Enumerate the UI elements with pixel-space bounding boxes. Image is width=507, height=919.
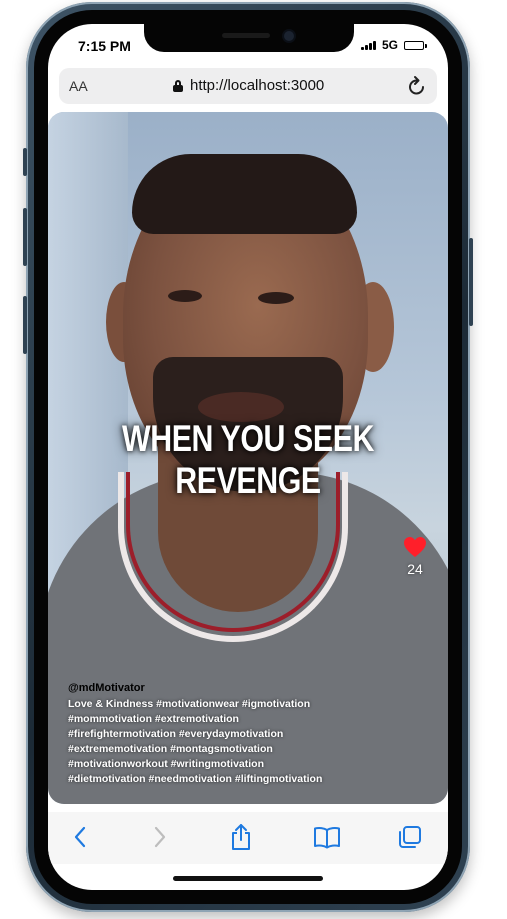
mute-switch: [23, 148, 27, 176]
phone-screen: 7:15 PM 5G AA http://localhost:3000 WHEN…: [48, 24, 448, 890]
reload-icon[interactable]: [407, 75, 427, 102]
status-indicators: 5G: [360, 38, 427, 52]
heart-icon[interactable]: [403, 536, 427, 558]
url-text: http://localhost:3000: [190, 77, 325, 94]
volume-up-button: [23, 208, 27, 266]
back-button[interactable]: [62, 822, 98, 852]
browser-toolbar: [48, 812, 448, 864]
video-subject-eye-left: [168, 290, 202, 302]
chevron-left-icon: [74, 826, 86, 848]
url-display[interactable]: http://localhost:3000: [173, 77, 324, 94]
tabs-button[interactable]: [392, 822, 428, 852]
status-time: 7:15 PM: [78, 38, 131, 54]
video-subject-eye-right: [258, 292, 294, 304]
power-button: [469, 238, 473, 326]
chevron-right-icon: [154, 826, 166, 848]
text-size-button[interactable]: AA: [69, 78, 88, 94]
video-description-line: #extrememotivation #montagsmotivation: [68, 743, 273, 755]
video-description-line: #firefightermotivation #everydaymotivati…: [68, 728, 284, 740]
video-caption: WHEN YOU SEEK REVENGE: [121, 418, 375, 501]
notch: [144, 24, 354, 52]
video-username[interactable]: @mdMotivator: [68, 682, 388, 694]
video-description-line: #mommotivation #extremotivation: [68, 713, 239, 725]
video-description-line: Love & Kindness #motivationwear #igmotiv…: [68, 698, 311, 710]
video-description-line: #motivationworkout #writingmotivation: [68, 758, 265, 770]
address-bar[interactable]: AA http://localhost:3000: [59, 68, 437, 104]
lock-icon: [173, 79, 183, 92]
video-player[interactable]: WHEN YOU SEEK REVENGE 24 @mdMotivator Lo…: [48, 112, 448, 804]
battery-icon: [404, 40, 427, 50]
volume-down-button: [23, 296, 27, 354]
network-type: 5G: [381, 38, 398, 52]
forward-button[interactable]: [142, 822, 178, 852]
video-info: @mdMotivator Love & Kindness #motivation…: [68, 682, 388, 787]
tabs-icon: [399, 826, 421, 848]
like-count: 24: [407, 561, 423, 577]
share-button[interactable]: [223, 822, 259, 852]
like-button[interactable]: 24: [400, 536, 430, 577]
book-icon: [314, 827, 340, 849]
speaker-grille: [222, 33, 270, 38]
video-subject-hair: [132, 154, 357, 234]
front-camera: [284, 31, 294, 41]
home-indicator[interactable]: [173, 876, 323, 881]
video-description-line: #dietmotivation #needmotivation #lifting…: [68, 773, 323, 785]
share-icon: [232, 824, 250, 850]
signal-icon: [360, 40, 376, 50]
bookmarks-button[interactable]: [309, 822, 345, 852]
